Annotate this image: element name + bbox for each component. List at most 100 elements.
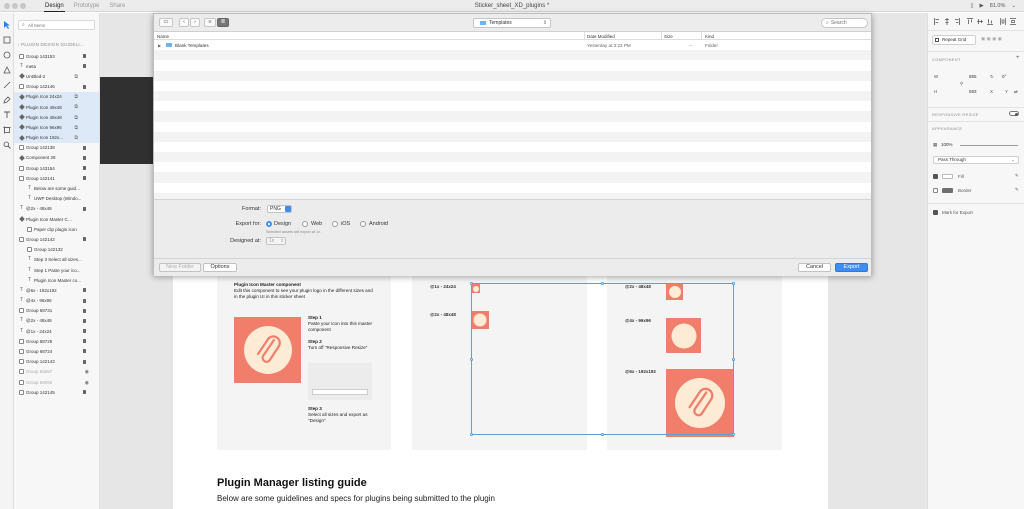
layer-item[interactable]: Group 142142: [14, 234, 99, 244]
layer-item[interactable]: Plugin Icon 48x48 ⧉: [14, 101, 99, 113]
layer-item[interactable]: Group 142146: [14, 82, 99, 92]
lock-icon[interactable]: [82, 64, 86, 69]
column-kind[interactable]: Kind: [705, 34, 714, 39]
lock-icon[interactable]: [82, 390, 86, 395]
distribute-horizontal-icon[interactable]: [1000, 18, 1006, 25]
resize-handle[interactable]: [601, 433, 604, 436]
breadcrumb[interactable]: ‹ PLUGIN DESIGN GUIDELI...: [18, 42, 84, 47]
select-tool-icon[interactable]: [3, 21, 11, 29]
close-window-button[interactable]: [4, 3, 10, 9]
dialog-search-input[interactable]: [830, 20, 863, 26]
layers-search-input[interactable]: [27, 22, 88, 28]
layer-item[interactable]: T @2x - 48x48: [14, 204, 99, 214]
tab-share[interactable]: Share: [108, 0, 126, 12]
layer-item[interactable]: Group 68267 ◉: [14, 367, 99, 377]
lock-icon[interactable]: [82, 206, 86, 211]
height-field[interactable]: 593: [969, 89, 977, 96]
distribute-vertical-icon[interactable]: [1010, 18, 1016, 25]
lock-icon[interactable]: [82, 166, 86, 171]
lock-icon[interactable]: [82, 176, 86, 181]
fill-checkbox[interactable]: [933, 174, 938, 179]
pen-tool-icon[interactable]: [3, 96, 11, 104]
rotation-field[interactable]: 0°: [1002, 74, 1006, 81]
layer-item[interactable]: Component 28: [14, 153, 99, 163]
zoom-window-button[interactable]: [20, 3, 26, 9]
lock-icon[interactable]: [82, 237, 86, 242]
align-middle-icon[interactable]: [977, 18, 983, 25]
lock-icon[interactable]: [82, 298, 86, 303]
play-icon[interactable]: ▶: [980, 3, 984, 9]
resize-handle[interactable]: [470, 282, 473, 285]
zoom-level[interactable]: 81.0%: [990, 3, 1006, 9]
back-button[interactable]: ‹: [179, 18, 189, 27]
chevron-down-icon[interactable]: ⌄: [1011, 3, 1016, 9]
column-name[interactable]: Name: [157, 34, 169, 39]
lock-icon[interactable]: [82, 288, 86, 293]
lock-icon[interactable]: [82, 318, 86, 323]
layer-item[interactable]: T Step 3 Select all sizes...: [14, 255, 99, 265]
zoom-tool-icon[interactable]: [3, 141, 11, 149]
column-date-modified[interactable]: Date Modified: [587, 34, 615, 39]
ellipse-tool-icon[interactable]: [3, 51, 11, 59]
resize-handle[interactable]: [732, 433, 735, 436]
align-left-icon[interactable]: [934, 18, 940, 25]
layer-item[interactable]: Untitled-2 ⧉: [14, 71, 99, 81]
resize-handle[interactable]: [601, 282, 604, 285]
opacity-slider[interactable]: [960, 145, 1018, 146]
lock-icon[interactable]: [82, 329, 86, 334]
align-top-icon[interactable]: [967, 18, 973, 25]
layer-item[interactable]: Plugin Icon 24x24 ⧉: [14, 91, 99, 102]
align-center-icon[interactable]: [944, 18, 950, 25]
fill-swatch[interactable]: [942, 174, 953, 179]
options-button[interactable]: Options: [203, 263, 237, 272]
opacity-field[interactable]: 100%: [941, 142, 953, 149]
width-field[interactable]: 855: [969, 74, 977, 81]
dialog-search[interactable]: ⌕: [821, 18, 868, 28]
border-swatch[interactable]: [942, 188, 953, 193]
flip-icon[interactable]: ⇄: [1014, 89, 1018, 95]
radio-ios[interactable]: [332, 221, 338, 227]
layer-item[interactable]: T Step 1 Paste your ico...: [14, 265, 99, 275]
layer-item[interactable]: Group 68260 ◉: [14, 377, 99, 387]
lock-icon[interactable]: [82, 349, 86, 354]
layer-item[interactable]: T @6x - 192x192: [14, 285, 99, 295]
layer-item[interactable]: T UWP Desktop (Windo...: [14, 194, 99, 204]
disclosure-triangle-icon[interactable]: ▶: [158, 43, 161, 48]
boolean-intersect-icon[interactable]: ▣: [992, 36, 996, 41]
lock-icon[interactable]: [82, 84, 86, 89]
radio-web[interactable]: [302, 221, 308, 227]
link-icon[interactable]: ⧉: [74, 125, 78, 131]
layer-item[interactable]: Group 142138: [14, 143, 99, 153]
layer-item[interactable]: Tmeta: [14, 61, 99, 71]
dark-artboard[interactable]: [100, 77, 154, 164]
lock-icon[interactable]: [82, 155, 86, 160]
layer-item[interactable]: T Below are some guidel...: [14, 183, 99, 193]
mobile-preview-icon[interactable]: ▯: [971, 3, 974, 9]
boolean-exclude-icon[interactable]: ▣: [998, 36, 1002, 41]
layer-item[interactable]: Group 143153: [14, 51, 99, 61]
mark-for-export-checkbox[interactable]: [933, 210, 938, 215]
radio-design[interactable]: [266, 221, 272, 227]
list-view-button[interactable]: ≡: [204, 18, 216, 27]
border-checkbox[interactable]: [933, 188, 938, 193]
designed-at-select[interactable]: 1x ⇕: [266, 237, 286, 245]
forward-button[interactable]: ›: [190, 18, 200, 27]
column-view-button[interactable]: ≣: [217, 18, 229, 27]
lock-icon[interactable]: [82, 145, 86, 150]
cancel-button[interactable]: Cancel: [798, 263, 831, 272]
format-select[interactable]: PNG: [267, 205, 292, 213]
line-tool-icon[interactable]: [3, 81, 11, 89]
layer-item[interactable]: Paper clip plugin icon: [14, 224, 99, 234]
tab-prototype[interactable]: Prototype: [73, 0, 101, 12]
lock-icon[interactable]: [82, 339, 86, 344]
link-icon[interactable]: ⧉: [74, 94, 78, 100]
rotate-icon[interactable]: ↻: [990, 74, 994, 80]
selection-bounds[interactable]: [470, 282, 735, 436]
layer-item[interactable]: Group 142132: [14, 245, 99, 255]
master-icon[interactable]: [234, 317, 301, 383]
lock-icon[interactable]: [82, 54, 86, 58]
master-component-card[interactable]: Plugin Icon Master component Edit this c…: [217, 273, 391, 450]
layer-item[interactable]: Group 68731: [14, 306, 99, 316]
link-icon[interactable]: ⧉: [74, 74, 78, 80]
text-tool-icon[interactable]: [3, 111, 11, 119]
